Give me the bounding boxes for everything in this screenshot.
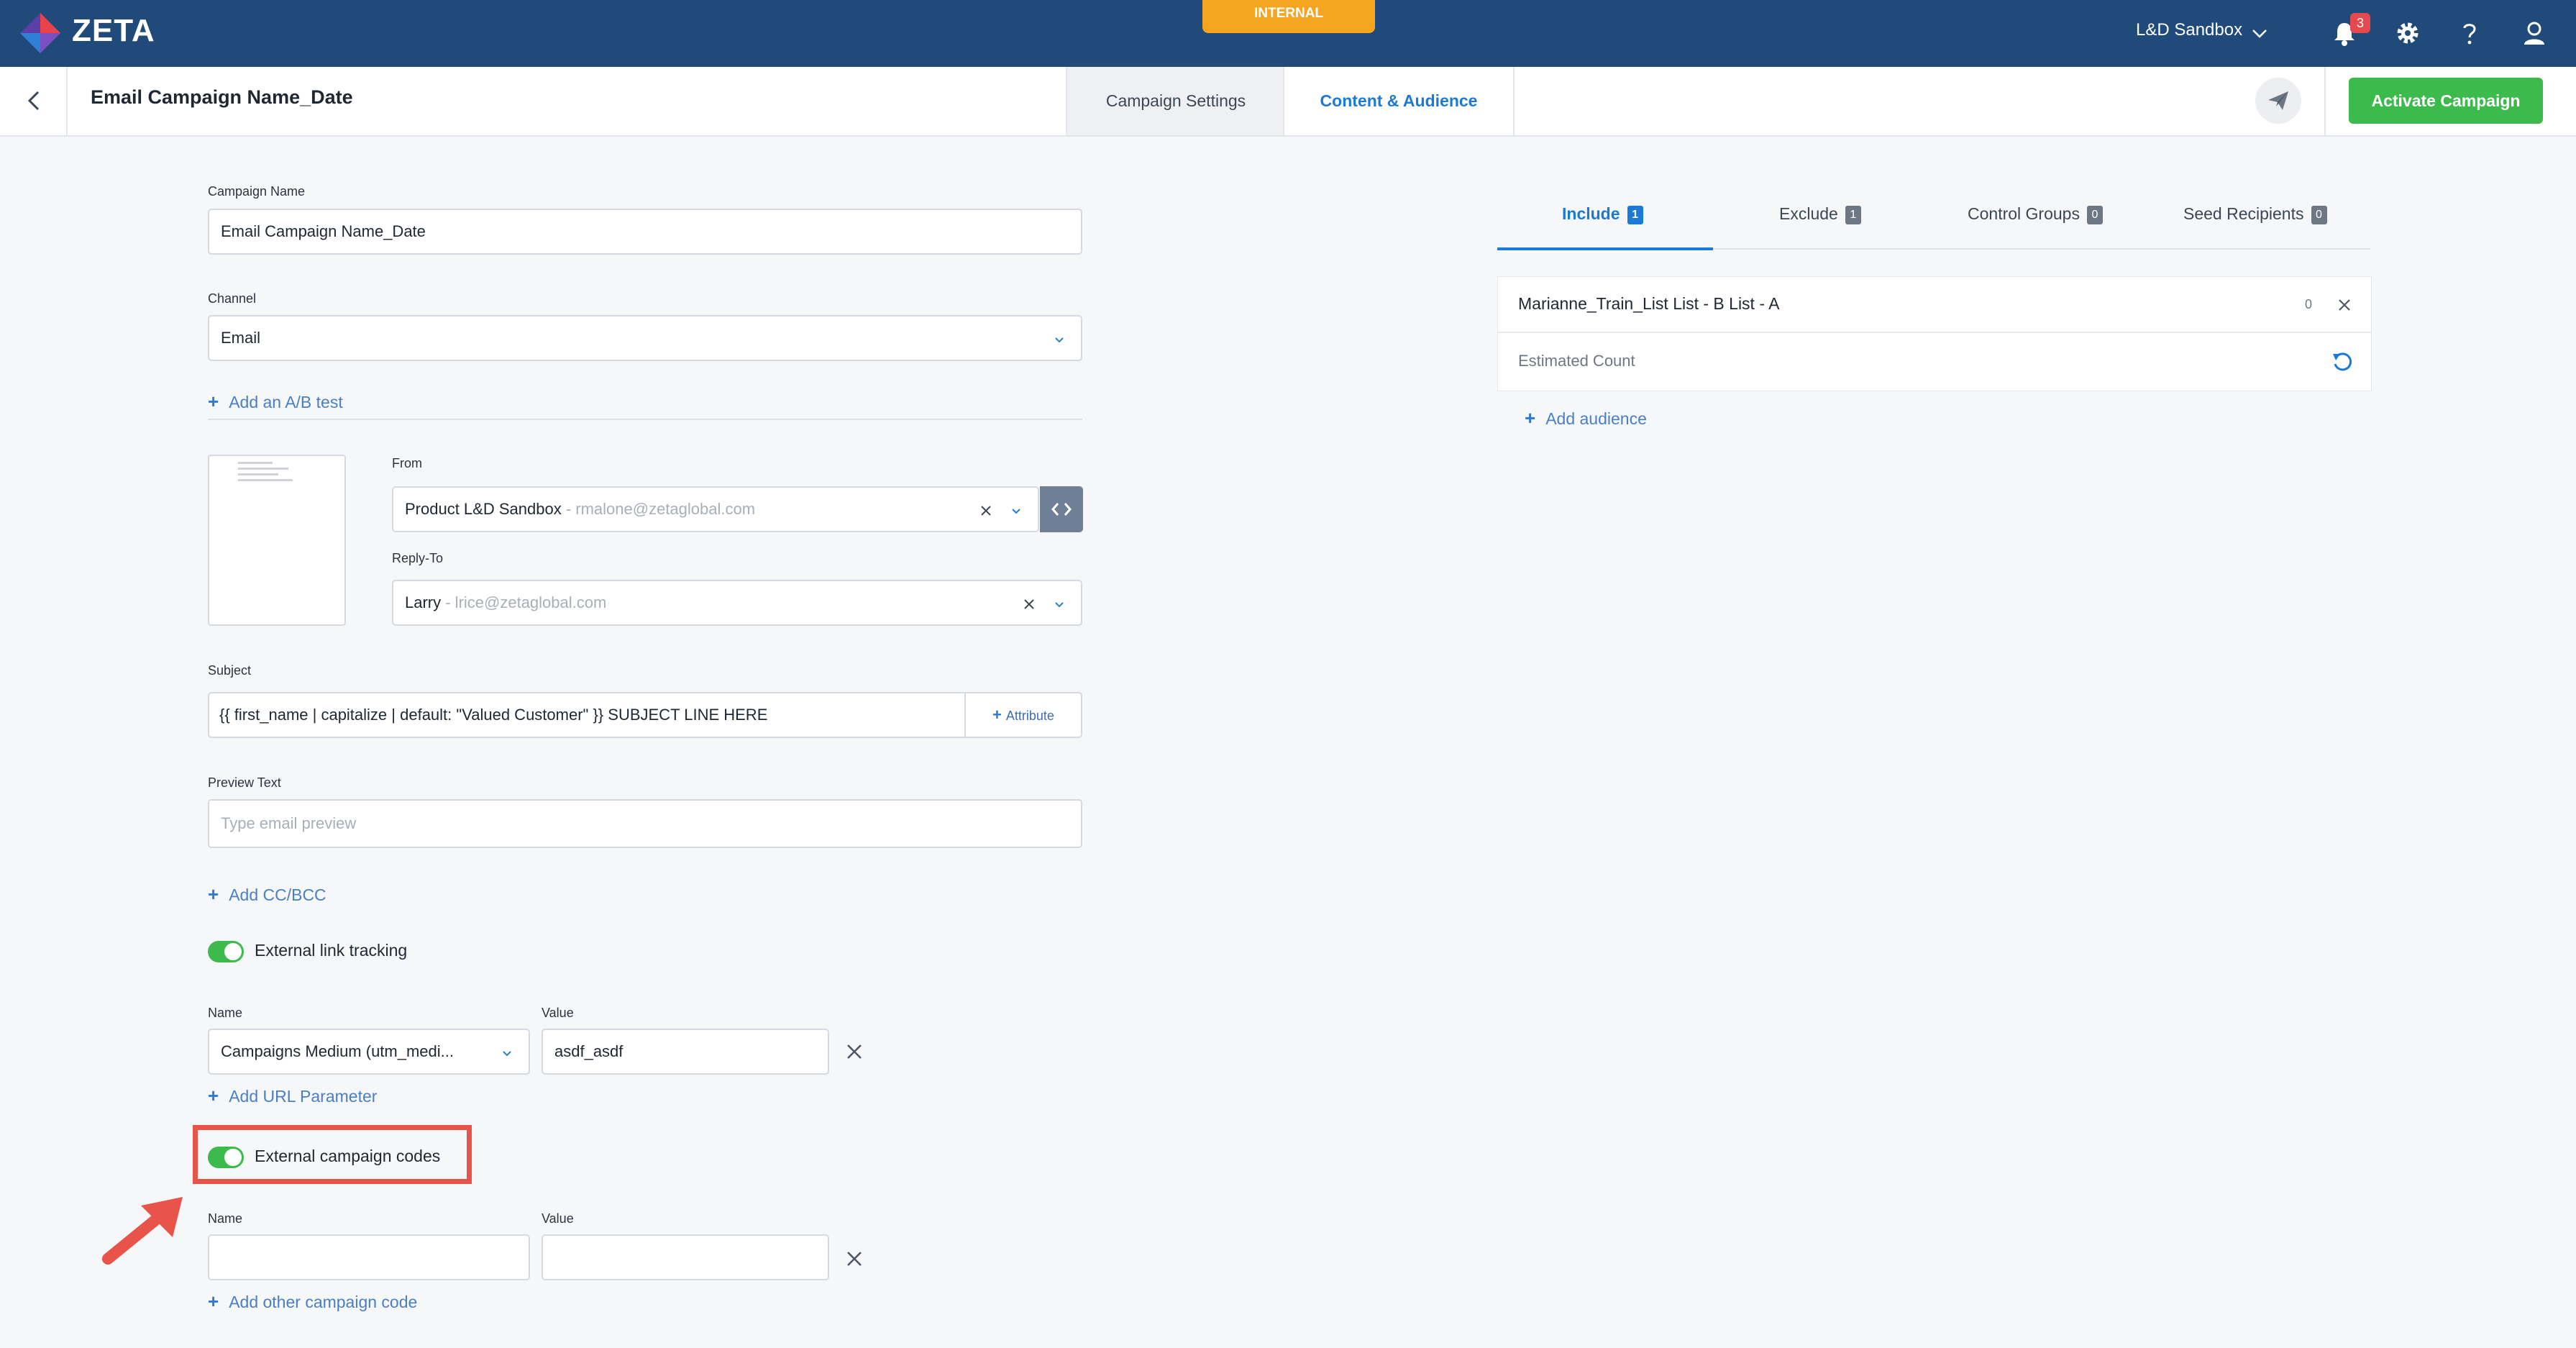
remove-code-icon[interactable] [843,1247,866,1270]
channel-value: Email [221,329,261,347]
estimated-count-row: Estimated Count [1497,332,2372,391]
audience-list-count: 0 [2304,297,2312,311]
include-count-badge: 1 [1627,206,1643,224]
from-email: - rmalone@zetaglobal.com [561,500,756,518]
seed-recipients-count-badge: 0 [2311,206,2327,224]
logo-text: ZETA [72,13,155,48]
campaign-code-name-label: Name [208,1211,243,1226]
back-arrow-icon[interactable] [20,86,49,115]
add-cc-bcc-link[interactable]: + Add CC/BCC [208,883,326,906]
plus-icon: + [208,883,219,905]
plus-icon: + [1525,407,1536,429]
subject-label: Subject [208,663,252,678]
clear-icon[interactable] [1022,597,1036,611]
page-title: Email Campaign Name_Date [91,86,353,108]
reply-to-label: Reply-To [392,551,444,565]
plus-icon: + [208,1085,219,1106]
send-test-button[interactable] [2255,78,2301,124]
from-select[interactable]: Product L&D Sandbox - rmalone@zetaglobal… [392,486,1039,532]
reply-to-select[interactable]: Larry - lrice@zetaglobal.com [392,580,1082,626]
active-tab-underline [1497,247,1713,250]
url-param-value-input[interactable]: asdf_asdf [542,1029,829,1075]
remove-param-icon[interactable] [843,1040,866,1063]
url-param-value-label: Value [542,1006,574,1020]
help-icon[interactable] [2454,17,2485,49]
code-icon [1051,503,1072,516]
external-link-tracking-toggle[interactable] [208,941,244,962]
url-param-name-select[interactable]: Campaigns Medium (utm_medi... [208,1029,530,1075]
add-campaign-code-link[interactable]: + Add other campaign code [208,1290,417,1313]
plus-icon: + [208,1290,219,1312]
internal-env-badge: INTERNAL [1202,0,1375,33]
from-name: Product L&D Sandbox [405,500,562,518]
campaign-code-value-input[interactable] [542,1234,829,1280]
attribute-button[interactable]: + Attribute [964,693,1081,737]
reply-to-email: - lrice@zetaglobal.com [441,593,607,611]
subject-input[interactable]: {{ first_name | capitalize | default: "V… [208,692,1082,738]
campaign-code-name-input[interactable] [208,1234,530,1280]
highlight-annotation-box [193,1125,472,1184]
notification-count-badge: 3 [2350,13,2370,33]
user-profile-icon[interactable] [2518,17,2550,49]
remove-audience-icon[interactable] [2337,297,2352,313]
chevron-down-icon [503,1051,511,1057]
preview-text-label: Preview Text [208,775,281,790]
chevron-down-icon[interactable] [1054,598,1065,610]
audience-tab-exclude[interactable]: Exclude 1 [1779,204,1861,224]
audience-list-name: Marianne_Train_List List - B List - A [1518,294,1780,313]
channel-select[interactable]: Email [208,315,1082,361]
audience-tab-seed-recipients[interactable]: Seed Recipients 0 [2183,204,2327,224]
preview-text-placeholder: Type email preview [221,814,357,832]
add-audience-link[interactable]: + Add audience [1525,407,1647,429]
divider [208,419,1082,420]
subject-value: {{ first_name | capitalize | default: "V… [219,706,768,724]
campaign-code-value-label: Value [542,1211,574,1226]
url-param-name-value: Campaigns Medium (utm_medi... [221,1042,455,1060]
audience-tab-control-groups[interactable]: Control Groups 0 [1968,204,2103,224]
preview-text-input[interactable]: Type email preview [208,799,1082,848]
url-param-value: asdf_asdf [554,1042,624,1060]
estimated-count-label: Estimated Count [1518,352,1635,370]
activate-campaign-button[interactable]: Activate Campaign [2349,78,2543,124]
add-url-parameter-link[interactable]: + Add URL Parameter [208,1085,377,1107]
url-param-name-label: Name [208,1006,243,1020]
chevron-down-icon [1055,337,1064,343]
plus-icon: + [208,391,219,412]
tab-content-audience[interactable]: Content & Audience [1283,67,1515,135]
reply-to-name: Larry [405,593,442,611]
clear-icon[interactable] [979,504,993,518]
gear-icon[interactable] [2392,17,2424,49]
from-label: From [392,456,422,470]
campaign-name-input[interactable]: Email Campaign Name_Date [208,209,1082,255]
exclude-count-badge: 1 [1845,206,1861,224]
audience-list-row: Marianne_Train_List List - B List - A 0 [1497,276,2372,332]
plus-icon: + [992,706,1002,724]
org-selector[interactable]: L&D Sandbox [2136,20,2242,40]
chevron-down-icon[interactable] [1010,505,1022,516]
chevron-down-icon[interactable] [2250,23,2270,43]
control-groups-count-badge: 0 [2086,206,2103,224]
tab-campaign-settings[interactable]: Campaign Settings [1066,67,1284,135]
zeta-logo-icon[interactable] [17,10,63,56]
divider [66,67,68,135]
campaign-name-value: Email Campaign Name_Date [221,222,426,240]
audience-tab-include[interactable]: Include 1 [1562,204,1643,224]
paper-plane-icon [2268,91,2288,110]
divider [2324,67,2326,135]
add-ab-test-link[interactable]: + Add an A/B test [208,391,343,413]
email-content-thumbnail[interactable] [208,455,346,626]
code-view-button[interactable] [1040,486,1083,532]
external-link-tracking-label: External link tracking [255,941,408,960]
channel-label: Channel [208,291,257,306]
campaign-name-label: Campaign Name [208,184,306,199]
refresh-icon[interactable] [2331,350,2354,373]
annotation-arrow-icon [102,1197,183,1265]
